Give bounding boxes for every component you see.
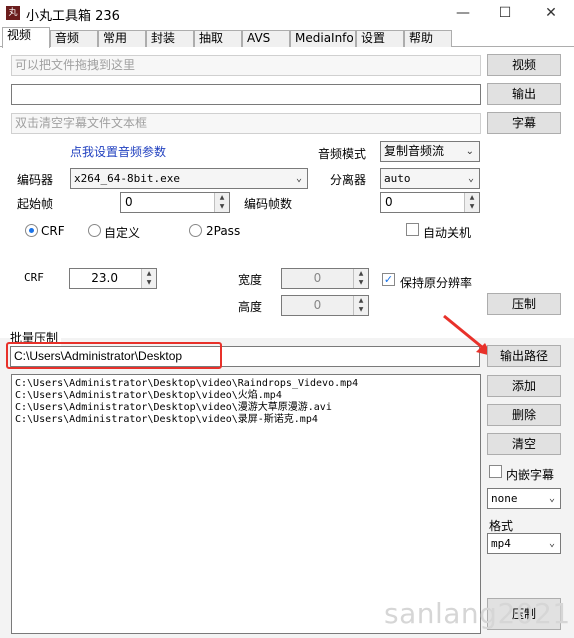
tab-help[interactable]: 帮助 bbox=[404, 30, 452, 47]
keep-resolution-label: 保持原分辨率 bbox=[400, 276, 473, 290]
frame-count-label: 编码帧数 bbox=[244, 197, 293, 211]
tab-avs[interactable]: AVS bbox=[242, 30, 290, 47]
encoder-label: 编码器 bbox=[17, 173, 54, 187]
start-frame-label: 起始帧 bbox=[17, 197, 54, 211]
compress-button[interactable]: 压制 bbox=[487, 293, 561, 315]
crf-value: 23.0 bbox=[91, 271, 118, 285]
format-label: 格式 bbox=[489, 519, 514, 533]
embed-subtitle-checkbox[interactable] bbox=[489, 465, 502, 478]
embed-subtitle-label: 内嵌字幕 bbox=[506, 468, 555, 482]
format-select[interactable]: mp4 ⌄ bbox=[487, 533, 561, 554]
start-frame-value: 0 bbox=[125, 195, 133, 209]
batch-file-list[interactable]: C:\Users\Administrator\Desktop\video\Rai… bbox=[11, 374, 481, 634]
height-label: 高度 bbox=[238, 300, 263, 314]
splitter-label: 分离器 bbox=[330, 173, 367, 187]
chevron-down-icon: ⌄ bbox=[465, 146, 474, 157]
encoder-select[interactable]: x264_64-8bit.exe ⌄ bbox=[70, 168, 308, 189]
tab-bar: 视频 音频 常用 封装 抽取 AVS MediaInfo 设置 帮助 bbox=[0, 27, 574, 48]
tab-video[interactable]: 视频 bbox=[2, 27, 50, 48]
crf-stepper[interactable]: 23.0 ▲ ▼ bbox=[69, 268, 157, 289]
annotation-highlight-box bbox=[6, 342, 222, 369]
list-item[interactable]: C:\Users\Administrator\Desktop\video\火焰.… bbox=[15, 390, 477, 402]
stepper-arrows[interactable]: ▲ ▼ bbox=[464, 193, 479, 212]
subtitle-option-value: none bbox=[491, 492, 518, 505]
tab-common[interactable]: 常用 bbox=[98, 30, 146, 47]
crf-radio[interactable] bbox=[25, 224, 38, 237]
chevron-down-icon: ⌄ bbox=[548, 493, 555, 504]
close-button[interactable]: ✕ bbox=[536, 3, 566, 23]
add-button[interactable]: 添加 bbox=[487, 375, 561, 397]
window-title: 小丸工具箱 236 bbox=[26, 9, 120, 24]
width-value: 0 bbox=[313, 271, 322, 285]
stepper-arrows[interactable]: ▲ ▼ bbox=[353, 296, 368, 315]
encoder-value: x264_64-8bit.exe bbox=[74, 172, 180, 185]
chevron-down-icon: ⌄ bbox=[548, 538, 555, 549]
delete-button[interactable]: 删除 bbox=[487, 404, 561, 426]
title-bar: 丸 小丸工具箱 236 — ☐ ✕ bbox=[0, 0, 574, 27]
width-label: 宽度 bbox=[238, 273, 263, 287]
frame-count-stepper[interactable]: 0 ▲ ▼ bbox=[380, 192, 480, 213]
twopass-radio[interactable] bbox=[189, 224, 202, 237]
output-file-input[interactable] bbox=[11, 84, 481, 105]
auto-shutdown-label: 自动关机 bbox=[423, 226, 472, 240]
minimize-button[interactable]: — bbox=[448, 3, 478, 23]
height-value: 0 bbox=[313, 298, 322, 312]
splitter-value: auto bbox=[384, 172, 411, 185]
tab-mux[interactable]: 封装 bbox=[146, 30, 194, 47]
list-item[interactable]: C:\Users\Administrator\Desktop\video\Rai… bbox=[15, 378, 477, 390]
watermark: sanlang2021 bbox=[384, 597, 571, 630]
output-button[interactable]: 输出 bbox=[487, 83, 561, 105]
audio-mode-label: 音频模式 bbox=[318, 147, 367, 161]
custom-radio-label: 自定义 bbox=[104, 226, 141, 240]
tab-settings[interactable]: 设置 bbox=[356, 30, 404, 47]
auto-shutdown-checkbox[interactable] bbox=[406, 223, 419, 236]
audio-mode-value: 复制音频流 bbox=[384, 144, 445, 158]
subtitle-option-select[interactable]: none ⌄ bbox=[487, 488, 561, 509]
chevron-down-icon: ⌄ bbox=[295, 173, 302, 184]
height-stepper[interactable]: 0 ▲ ▼ bbox=[281, 295, 369, 316]
maximize-button[interactable]: ☐ bbox=[490, 3, 520, 23]
subtitle-button[interactable]: 字幕 bbox=[487, 112, 561, 134]
crf-radio-label: CRF bbox=[41, 224, 65, 238]
audio-settings-link[interactable]: 点我设置音频参数 bbox=[70, 143, 166, 160]
start-frame-stepper[interactable]: 0 ▲ ▼ bbox=[120, 192, 230, 213]
video-button[interactable]: 视频 bbox=[487, 54, 561, 76]
tab-extract[interactable]: 抽取 bbox=[194, 30, 242, 47]
subtitle-file-input[interactable]: 双击清空字幕文件文本框 bbox=[11, 113, 481, 134]
frame-count-value: 0 bbox=[385, 195, 393, 209]
custom-radio[interactable] bbox=[88, 224, 101, 237]
list-item[interactable]: C:\Users\Administrator\Desktop\video\漫游大… bbox=[15, 402, 477, 414]
stepper-arrows[interactable]: ▲ ▼ bbox=[353, 269, 368, 288]
tab-audio[interactable]: 音频 bbox=[50, 30, 98, 47]
twopass-radio-label: 2Pass bbox=[206, 224, 241, 238]
video-file-input[interactable]: 可以把文件拖拽到这里 bbox=[11, 55, 481, 76]
list-item[interactable]: C:\Users\Administrator\Desktop\video\录屏-… bbox=[15, 414, 477, 426]
app-icon: 丸 bbox=[6, 6, 20, 20]
crf-label: CRF bbox=[24, 271, 44, 284]
clear-button[interactable]: 清空 bbox=[487, 433, 561, 455]
output-path-button[interactable]: 输出路径 bbox=[487, 345, 561, 367]
stepper-arrows[interactable]: ▲ ▼ bbox=[141, 269, 156, 288]
audio-mode-select[interactable]: 复制音频流 ⌄ bbox=[380, 141, 480, 162]
chevron-down-icon: ⌄ bbox=[467, 173, 474, 184]
stepper-arrows[interactable]: ▲ ▼ bbox=[214, 193, 229, 212]
tab-mediainfo[interactable]: MediaInfo bbox=[290, 30, 356, 47]
width-stepper[interactable]: 0 ▲ ▼ bbox=[281, 268, 369, 289]
format-value: mp4 bbox=[491, 537, 511, 550]
splitter-select[interactable]: auto ⌄ bbox=[380, 168, 480, 189]
keep-resolution-checkbox[interactable]: ✓ bbox=[382, 273, 395, 286]
